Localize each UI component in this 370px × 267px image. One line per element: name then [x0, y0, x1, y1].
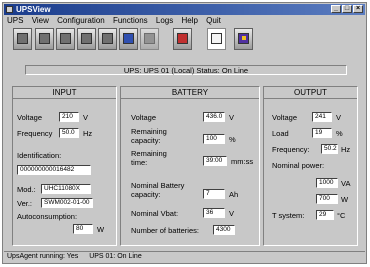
title-bar: UPSView _ □ × [4, 4, 365, 15]
tsystem-label: T system: [272, 211, 305, 220]
ups-status-line: UPS: UPS 01 (Local) Status: On Line [25, 65, 347, 75]
remaining-capacity-label-2: capacity: [131, 136, 161, 145]
output-panel: OUTPUT Voltage 241 V Load 19 % Frequency… [263, 86, 358, 246]
battery-panel: BATTERY Voltage 436.0 V Remaining capaci… [120, 86, 260, 246]
output-title: OUTPUT [264, 87, 357, 99]
remaining-capacity-unit: % [229, 135, 236, 144]
ver-label: Ver.: [17, 199, 33, 208]
nominal-capacity-label-1: Nominal Battery [131, 181, 185, 190]
load-label: Load [272, 129, 289, 138]
mod-field: UHC11080X [41, 184, 91, 194]
nominal-capacity-label-2: capacity: [131, 190, 161, 199]
app-window: UPSView _ □ × UPS View Configuration Funct… [2, 2, 367, 264]
num-batteries-field: 4300 [213, 225, 235, 235]
book-icon[interactable] [234, 28, 253, 50]
mod-label: Mod.: [17, 185, 36, 194]
nominal-capacity-unit: Ah [229, 190, 239, 199]
nominal-power-w-field: 700 [316, 194, 338, 204]
battery-voltage-field: 436.0 [203, 112, 225, 122]
nominal-vbat-field: 36 [203, 208, 225, 218]
autoconsumption-unit: W [97, 225, 105, 234]
load-field: 19 [312, 128, 332, 138]
menu-quit[interactable]: Quit [206, 16, 221, 25]
window-controls: _ □ × [330, 5, 363, 14]
close-icon[interactable]: × [353, 5, 363, 13]
input-voltage-unit: V [83, 113, 89, 122]
remaining-time-label-1: Remaining [131, 149, 167, 158]
input-title: INPUT [13, 87, 116, 99]
input-frequency-unit: Hz [83, 129, 93, 138]
remaining-time-unit: mm:ss [231, 157, 254, 166]
alarm-icon[interactable] [173, 28, 192, 50]
autoconsumption-field: 80 [73, 224, 93, 234]
menu-logs[interactable]: Logs [156, 16, 173, 25]
menu-configuration[interactable]: Configuration [57, 16, 105, 25]
window-title: UPSView [16, 5, 51, 14]
load-unit: % [336, 129, 343, 138]
nominal-vbat-label: Nominal Vbat: [131, 209, 179, 218]
battery-voltage-unit: V [229, 113, 235, 122]
document-icon[interactable] [207, 28, 226, 50]
nominal-vbat-unit: V [229, 209, 235, 218]
nominal-power-va-unit: VA [341, 179, 351, 188]
app-icon [6, 6, 13, 13]
nominal-capacity-field: 7 [203, 189, 225, 199]
menu-ups[interactable]: UPS [7, 16, 23, 25]
ups-network-icon[interactable] [119, 28, 138, 50]
identification-field: 000000000016482 [17, 165, 91, 175]
remaining-time-field: 39:00 [203, 156, 227, 166]
remaining-time-label-2: time: [131, 158, 148, 167]
output-frequency-label: Frequency: [272, 145, 310, 154]
input-frequency-field: 50.0 [59, 128, 79, 138]
menu-help[interactable]: Help [181, 16, 197, 25]
remaining-capacity-field: 100 [203, 134, 225, 144]
status-bar: UpsAgent running: Yes UPS 01: On Line [4, 251, 365, 262]
nominal-power-va-field: 1000 [316, 178, 338, 188]
ups-status: UPS 01: On Line [89, 253, 142, 260]
agent-status: UpsAgent running: Yes [7, 253, 79, 260]
ups-gear-icon[interactable] [13, 28, 32, 50]
input-voltage-field: 210 [59, 112, 79, 122]
battery-title: BATTERY [121, 87, 259, 99]
menu-functions[interactable]: Functions [113, 16, 148, 25]
battery-voltage-label: Voltage [131, 113, 157, 122]
menu-bar: UPS View Configuration Functions Logs He… [4, 16, 365, 26]
output-voltage-label: Voltage [272, 113, 298, 122]
identification-label: Identification: [17, 151, 62, 160]
tsystem-unit: °C [337, 211, 346, 220]
input-panel: INPUT Voltage 210 V Frequency 50.0 Hz Id… [12, 86, 117, 246]
num-batteries-label: Number of batteries: [131, 226, 199, 235]
tsystem-field: 29 [316, 210, 334, 220]
ups-disabled-icon[interactable] [140, 28, 159, 50]
remaining-capacity-label-1: Remaining [131, 127, 167, 136]
ups-icon[interactable] [77, 28, 96, 50]
ups-icon[interactable] [56, 28, 75, 50]
output-voltage-unit: V [336, 113, 342, 122]
output-voltage-field: 241 [312, 112, 332, 122]
nominal-power-label: Nominal power: [272, 161, 325, 170]
ups-icon[interactable] [98, 28, 117, 50]
minimize-icon[interactable]: _ [331, 5, 341, 13]
nominal-power-w-unit: W [341, 195, 349, 204]
output-frequency-unit: Hz [341, 145, 351, 154]
input-voltage-label: Voltage [17, 113, 43, 122]
output-frequency-field: 50.2 [321, 144, 338, 154]
ups-icon[interactable] [35, 28, 54, 50]
ver-field: SWM002-01-00 [41, 198, 93, 208]
maximize-icon[interactable]: □ [342, 5, 352, 13]
menu-view[interactable]: View [32, 16, 49, 25]
autoconsumption-label: Autoconsumption: [17, 212, 78, 221]
input-frequency-label: Frequency [17, 129, 53, 138]
